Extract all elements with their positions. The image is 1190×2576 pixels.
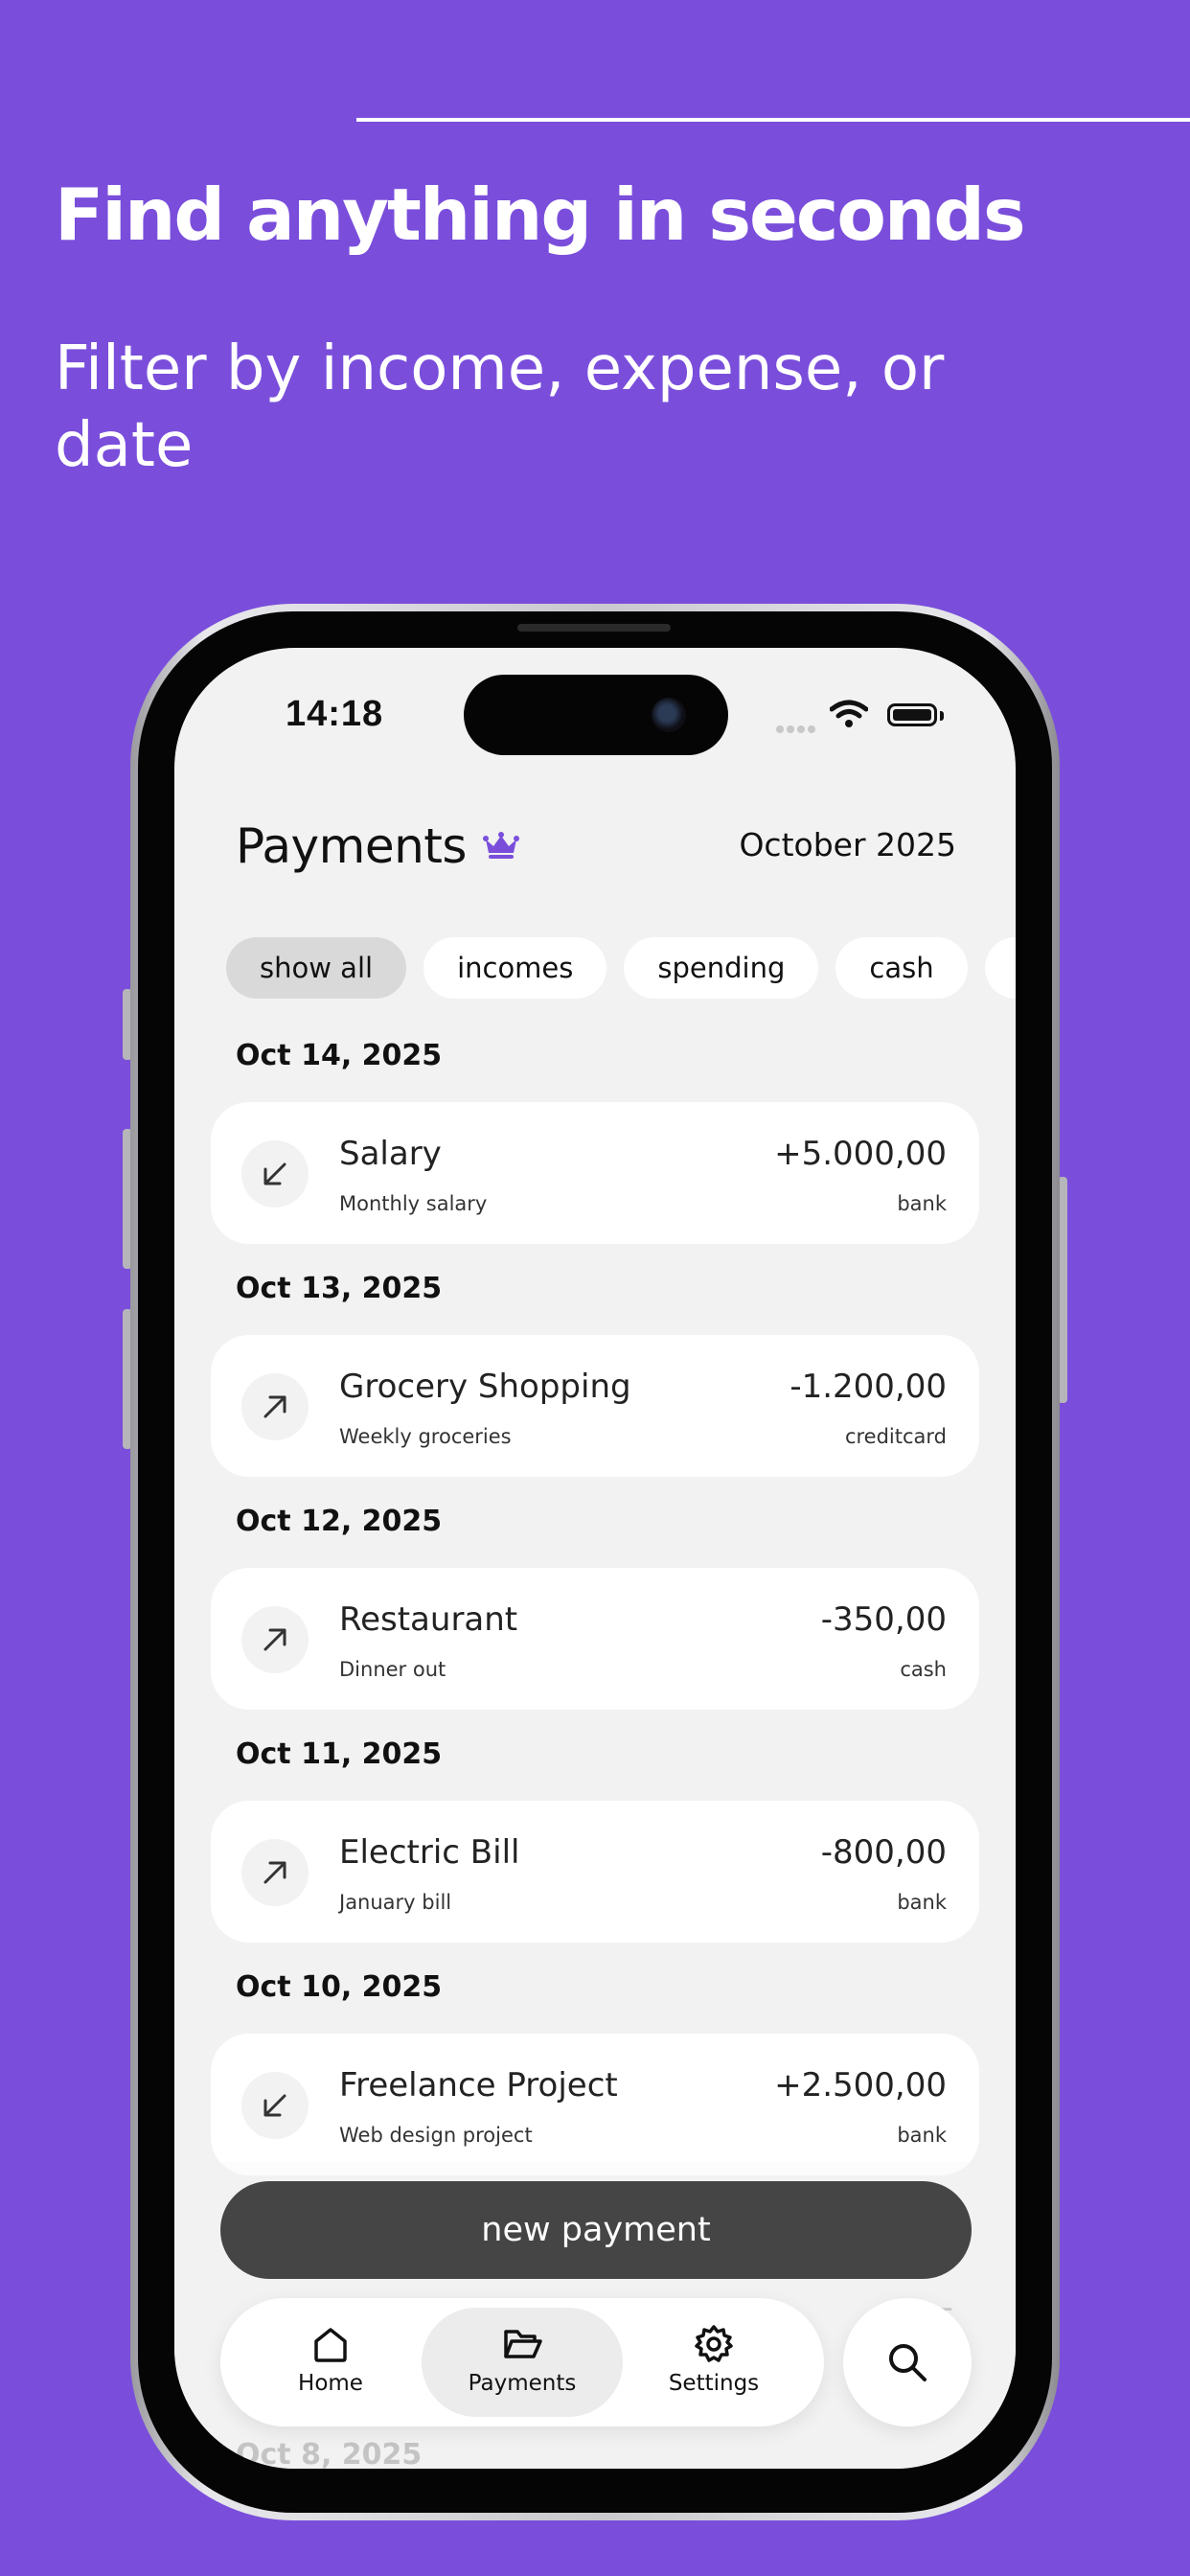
transaction-amount: -350,00 [820, 1600, 947, 1639]
tab-home-label: Home [298, 2371, 363, 2396]
month-selector[interactable]: October 2025 [739, 826, 956, 863]
tab-home[interactable]: Home [230, 2308, 431, 2417]
battery-tip [940, 711, 944, 721]
search-icon [889, 2344, 927, 2381]
wifi-icon [830, 700, 868, 727]
home-icon [314, 2328, 347, 2362]
transaction-card[interactable]: Freelance Project Web design project +2.… [211, 2034, 979, 2175]
transaction-method: bank [897, 1192, 947, 1215]
transaction-name: Electric Bill [339, 1833, 520, 1872]
crown-icon[interactable] [483, 832, 519, 859]
transaction-card[interactable]: Grocery Shopping Weekly groceries -1.200… [211, 1335, 979, 1477]
transaction-card[interactable]: Restaurant Dinner out -350,00 cash [211, 1568, 979, 1710]
gear-icon [695, 2325, 733, 2362]
transaction-method: bank [897, 2124, 947, 2147]
date-header: Oct 12, 2025 [236, 1505, 443, 1538]
filter-bank[interactable]: ba [984, 937, 1016, 999]
tab-payments[interactable]: Payments [422, 2308, 623, 2417]
phone-screen: 14:18 Payments October 2025 show all inco… [174, 648, 1016, 2469]
filter-cash[interactable]: cash [835, 937, 968, 999]
dynamic-island [464, 675, 728, 755]
transaction-amount: +2.500,00 [774, 2066, 947, 2104]
tab-payments-label: Payments [468, 2371, 577, 2396]
battery-icon [887, 703, 937, 726]
date-header: Oct 13, 2025 [236, 1272, 443, 1305]
transaction-note: Dinner out [339, 1658, 446, 1681]
date-header: Oct 10, 2025 [236, 1970, 443, 2004]
transaction-card[interactable]: Salary Monthly salary +5.000,00 bank [211, 1102, 979, 1244]
search-button[interactable] [843, 2298, 972, 2426]
cellular-signal-icon [776, 721, 818, 738]
transaction-method: creditcard [844, 1425, 947, 1448]
incoming-arrow-icon [241, 1140, 309, 1208]
transaction-amount: -1.200,00 [790, 1368, 947, 1406]
transaction-name: Freelance Project [339, 2066, 618, 2104]
transaction-name: Grocery Shopping [339, 1368, 631, 1406]
tab-settings[interactable]: Settings [613, 2308, 814, 2417]
transaction-note: Web design project [339, 2124, 533, 2147]
transaction-note: Weekly groceries [339, 1425, 512, 1448]
transaction-amount: +5.000,00 [774, 1135, 947, 1173]
filter-show-all[interactable]: show all [226, 937, 407, 999]
date-header: Oct 11, 2025 [236, 1737, 443, 1771]
page-title: Payments [236, 818, 467, 874]
transaction-name: Restaurant [339, 1600, 518, 1639]
transaction-name: Salary [339, 1135, 442, 1173]
promo-headline: Find anything in seconds [55, 172, 1026, 257]
promo-subline: Filter by income, expense, or date [55, 334, 945, 481]
transaction-amount: -800,00 [820, 1833, 947, 1872]
tab-settings-label: Settings [668, 2371, 760, 2396]
phone-speaker [517, 624, 671, 632]
date-header: Oct 14, 2025 [236, 1039, 443, 1072]
transaction-card[interactable]: Electric Bill January bill -800,00 bank [211, 1801, 979, 1943]
decorative-line [356, 118, 1190, 122]
outgoing-arrow-icon [241, 1373, 309, 1440]
tab-bar: Home Payments Settings [220, 2298, 824, 2426]
new-payment-button[interactable]: new payment [220, 2181, 972, 2279]
transaction-note: Monthly salary [339, 1192, 488, 1215]
status-time: 14:18 [286, 694, 384, 734]
front-camera [652, 698, 686, 732]
folder-icon [504, 2330, 542, 2358]
outgoing-arrow-icon [241, 1606, 309, 1673]
incoming-arrow-icon [241, 2072, 309, 2139]
filter-spending[interactable]: spending [624, 937, 819, 999]
transaction-method: bank [897, 1891, 947, 1914]
filter-incomes[interactable]: incomes [423, 937, 607, 999]
filter-chips: show all incomes spending cashba [226, 937, 1016, 999]
transaction-note: January bill [339, 1891, 452, 1914]
outgoing-arrow-icon [241, 1839, 309, 1906]
transaction-method: cash [900, 1658, 947, 1681]
date-header-partial: Oct 8, 2025 [236, 2438, 423, 2469]
